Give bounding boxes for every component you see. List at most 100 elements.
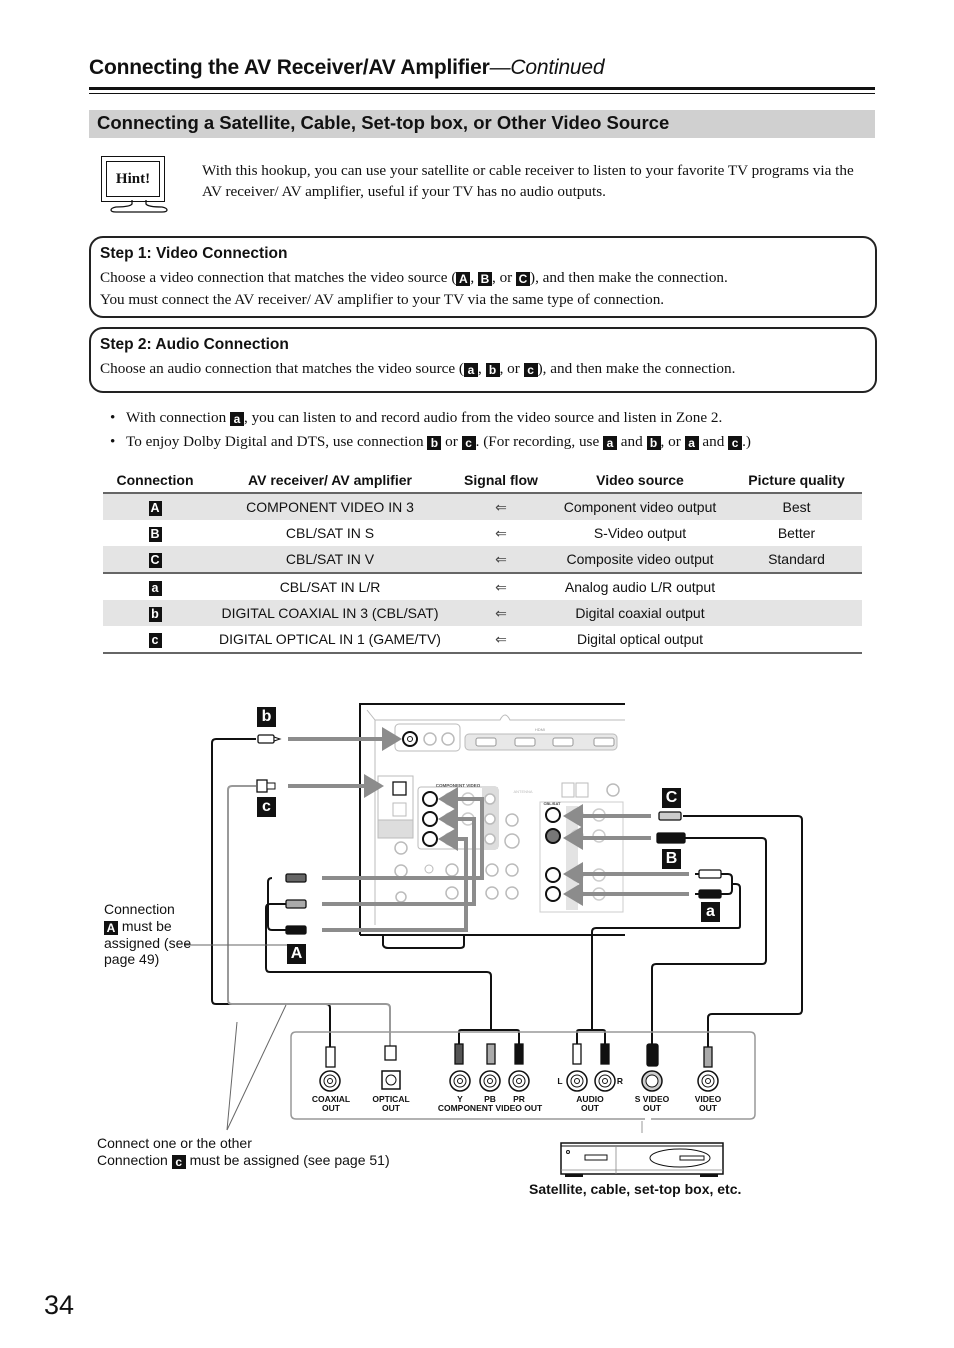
text: , or [660,433,685,450]
label-A: A [287,944,306,964]
cell-signal-flow: ⇐ [453,600,549,626]
cbl-sat-label: CBL/SAT [543,801,561,806]
table-row: B CBL/SAT IN S ⇐ S-Video output Better [103,520,862,546]
badge-a: a [463,363,478,377]
cell-video-source: Composite video output [549,546,731,573]
hdmi-label: HDMI [535,727,545,732]
table-row: b DIGITAL COAXIAL IN 3 (CBL/SAT) ⇐ Digital … [103,600,862,626]
cell-picture-quality [731,600,862,626]
cell-video-source: S-Video output [593,525,687,541]
cell-connection: b [103,600,207,626]
device-caption: Satellite, cable, set-top box, etc. [529,1181,742,1197]
page-header-title: Connecting the AV Receiver/AV Amplifier—… [89,56,605,80]
page-number: 34 [44,1290,75,1320]
port-label-r: R [616,1076,624,1086]
label-C: C [662,788,681,808]
badge-c: c [523,363,538,377]
table-row: A COMPONENT VIDEO IN 3 ⇐ Component video ou… [103,493,862,520]
header-rule-thin [89,93,875,94]
cell-receiver: CBL/SAT IN S [285,525,375,541]
note-text: must be assigned (see page 49) [104,917,192,968]
note-connect-one: Connect one or the other Connection c mu… [97,1135,390,1169]
text: or [441,433,462,450]
step1-text-pre: Choose a video connection that matches t… [100,269,457,286]
antenna-label: ANTENNA [513,789,532,794]
cell-signal-flow: ⇐ [453,493,549,520]
step2-title: Step 2: Audio Connection [100,336,289,353]
badge-a: a [684,436,699,450]
set-top-box-icon [560,1121,724,1177]
connection-table: Connection AV receiver/ AV amplifier Sig… [103,467,862,654]
badge-a: a [603,436,617,450]
connection-badge: b [148,606,162,622]
sep: , [477,360,486,377]
connection-badge: A [148,500,162,516]
text: With connection [126,409,230,426]
label-c: c [257,797,276,817]
table-row: c DIGITAL OPTICAL IN 1 (GAME/TV) ⇐ Digital … [103,626,862,654]
text: .) [742,433,751,450]
cell-picture-quality: Better [777,525,816,541]
connection-badge: a [148,580,162,596]
receiver-rear-panel: HDMI COMPONENT VIDEO ANTENNA CBL/SAT [359,703,625,949]
note-line1: Connect one or the other [97,1135,252,1151]
col-picture-quality: Picture quality [731,467,862,494]
col-video-source: Video source [549,467,731,494]
hint-text: With this hookup, you can use your satel… [202,162,854,200]
note-text: Connection [97,1151,172,1168]
col-connection: Connection [103,467,207,494]
step1-text: Choose a video connection that matches t… [100,267,870,311]
note-connection-A: Connection A must be assigned (see page … [104,901,194,968]
badge-B: B [477,272,492,286]
cell-signal-flow: ⇐ [453,572,549,600]
cell-picture-quality [731,626,862,654]
text: , you can listen to and record audio fro… [243,409,723,426]
header-rule-thick [89,87,875,90]
cell-video-source: Digital optical output [549,626,731,654]
step2-box: Step 2: Audio Connection Choose an audio… [89,327,877,393]
cell-signal-flow: ⇐ [453,546,549,573]
port-label-video-out: VIDEO OUT [694,1094,722,1113]
header-title-text: Connecting the AV Receiver/AV Amplifier [89,56,490,79]
cell-receiver: DIGITAL OPTICAL IN 1 (GAME/TV) [207,626,453,654]
cell-connection: B [103,520,207,546]
table-header-row: Connection AV receiver/ AV amplifier Sig… [103,467,862,494]
section-title: Connecting a Satellite, Cable, Set-top b… [97,112,670,133]
sep: , or [491,269,517,286]
text: To enjoy Dolby Digital and DTS, use conn… [126,433,428,450]
cell-connection: c [103,626,207,654]
cell-connection: A [103,493,207,520]
col-signal-flow: Signal flow [453,467,549,494]
cell-signal-flow: ⇐ [495,524,507,541]
badge-b: b [485,363,500,377]
badge-b: b [646,436,661,450]
badge-a: a [229,412,244,426]
hint-tv-stand-icon [110,200,168,213]
badge-C: C [516,272,531,286]
col-receiver: AV receiver/ AV amplifier [207,467,453,494]
header-continued: —Continued [489,56,605,79]
hint-label: Hint! [106,161,160,197]
sep: , [470,269,478,286]
note-text: Connection [104,901,175,917]
cell-picture-quality [731,572,862,600]
step1-title: Step 1: Video Connection [100,245,288,262]
badge-c: c [461,436,476,450]
cell-receiver: CBL/SAT IN L/R [207,572,453,600]
cell-signal-flow: ⇐ [453,626,549,654]
optical-cable [227,785,391,1046]
connection-badge: C [148,552,162,568]
step2-text-pre: Choose an audio connection that matches … [100,360,464,377]
step1-text-post: ), and then make the connection. [530,269,728,286]
cell-connection: a [103,572,207,600]
step1-box: Step 1: Video Connection Choose a video … [89,236,877,318]
badge-c: c [728,436,743,450]
bullet-item: To enjoy Dolby Digital and DTS, use conn… [110,430,870,454]
table-row: C CBL/SAT IN V ⇐ Composite video output Stan… [103,546,862,573]
cell-video-source: Component video output [549,493,731,520]
label-a: a [701,902,720,922]
badge-b: b [427,436,442,450]
label-B: B [662,849,681,869]
cell-video-source: Digital coaxial output [549,600,731,626]
badge-c: c [171,1154,186,1169]
